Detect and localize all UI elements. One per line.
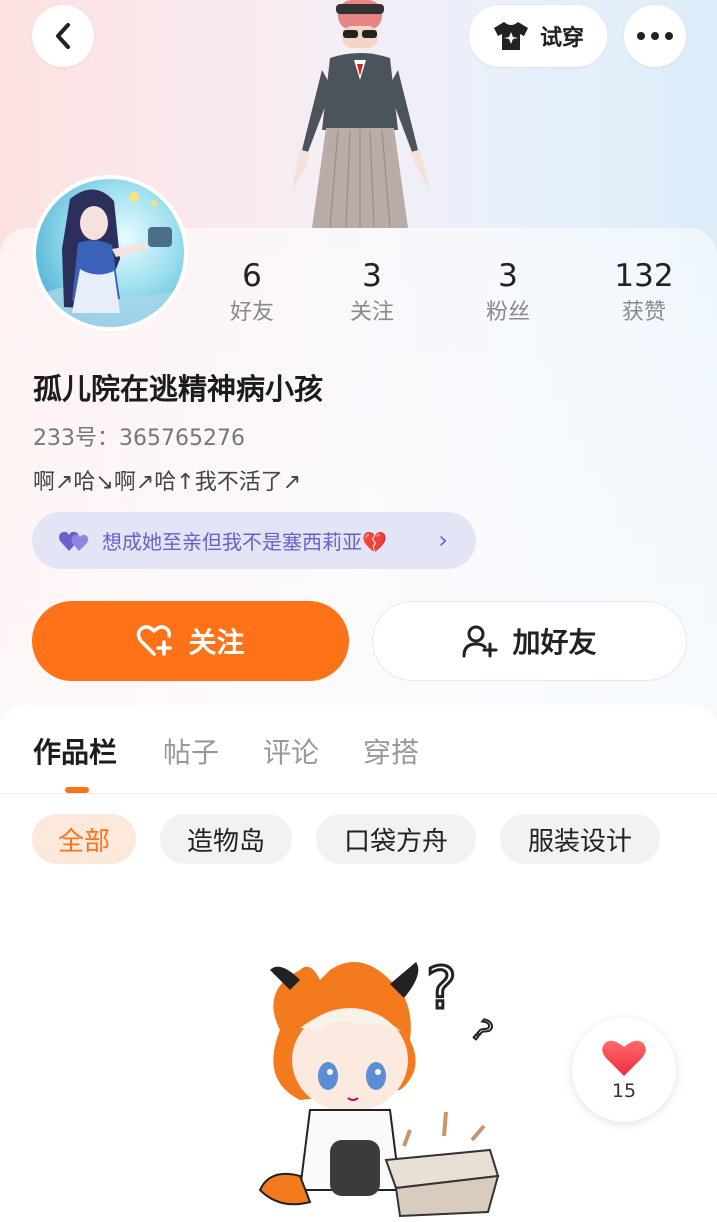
stat-label: 粉丝 xyxy=(485,300,530,325)
avatar-image xyxy=(36,179,184,327)
character-model[interactable] xyxy=(280,0,440,228)
tab-posts[interactable]: 帖子 xyxy=(163,731,219,771)
add-user-icon xyxy=(462,625,498,658)
filter-creation-island[interactable]: 造物岛 xyxy=(160,814,292,864)
stat-value: 3 xyxy=(498,258,518,294)
svg-text:?: ? xyxy=(464,1013,499,1050)
add-friend-button[interactable]: 加好友 xyxy=(372,601,687,681)
tab-works[interactable]: 作品栏 xyxy=(33,731,117,771)
svg-text:?: ? xyxy=(426,954,457,1022)
stat-followers[interactable]: 3 粉丝 xyxy=(453,256,563,330)
tab-comments[interactable]: 评论 xyxy=(263,731,319,771)
filter-all[interactable]: 全部 xyxy=(32,814,136,864)
stat-label: 好友 xyxy=(229,300,274,325)
filter-pocket-ark[interactable]: 口袋方舟 xyxy=(316,814,476,864)
heart-plus-icon xyxy=(137,625,173,656)
add-friend-label: 加好友 xyxy=(512,626,597,659)
active-tab-indicator xyxy=(65,787,89,793)
tshirt-icon xyxy=(493,22,528,50)
bio: 啊↗哈↘啊↗哈↑我不活了↗ xyxy=(33,470,302,495)
stat-friends[interactable]: 6 好友 xyxy=(197,256,307,330)
stat-value: 6 xyxy=(242,258,262,294)
stat-label: 获赞 xyxy=(621,300,666,325)
tab-outfits[interactable]: 穿搭 xyxy=(363,731,419,771)
follow-button[interactable]: 关注 xyxy=(32,601,349,681)
stat-likes[interactable]: 132 获赞 xyxy=(589,256,699,330)
filter-costume-design[interactable]: 服装设计 xyxy=(500,814,660,864)
like-button[interactable]: 15 xyxy=(572,1018,676,1122)
stat-following[interactable]: 3 关注 xyxy=(317,256,427,330)
heart-icon xyxy=(602,1040,646,1076)
try-on-label: 试穿 xyxy=(539,26,584,51)
stat-label: 关注 xyxy=(349,300,394,325)
badge-text: 想成她至亲但我不是塞西莉亚💔 xyxy=(102,530,387,554)
profile-stats: 6 好友 3 关注 3 粉丝 132 获赞 xyxy=(190,256,717,336)
like-count: 15 xyxy=(611,1080,637,1102)
chevron-right-icon: › xyxy=(438,526,448,554)
empty-state-illustration: ? ? xyxy=(258,953,500,1218)
username: 孤儿院在逃精神病小孩 xyxy=(33,372,324,406)
tab-bar: 作品栏 帖子 评论 穿搭 xyxy=(0,705,717,794)
more-dots-icon xyxy=(637,32,673,40)
stat-value: 3 xyxy=(362,258,382,294)
follow-label: 关注 xyxy=(188,626,245,659)
back-button[interactable] xyxy=(32,5,94,67)
more-button[interactable] xyxy=(624,5,686,67)
relationship-badge[interactable]: 想成她至亲但我不是塞西莉亚💔 › xyxy=(32,512,476,569)
chevron-left-icon xyxy=(56,23,70,49)
user-id: 233号：365765276 xyxy=(33,426,245,451)
avatar[interactable] xyxy=(32,175,188,331)
double-heart-icon xyxy=(59,531,89,551)
try-on-button[interactable]: 试穿 xyxy=(469,5,607,67)
stat-value: 132 xyxy=(614,258,674,294)
